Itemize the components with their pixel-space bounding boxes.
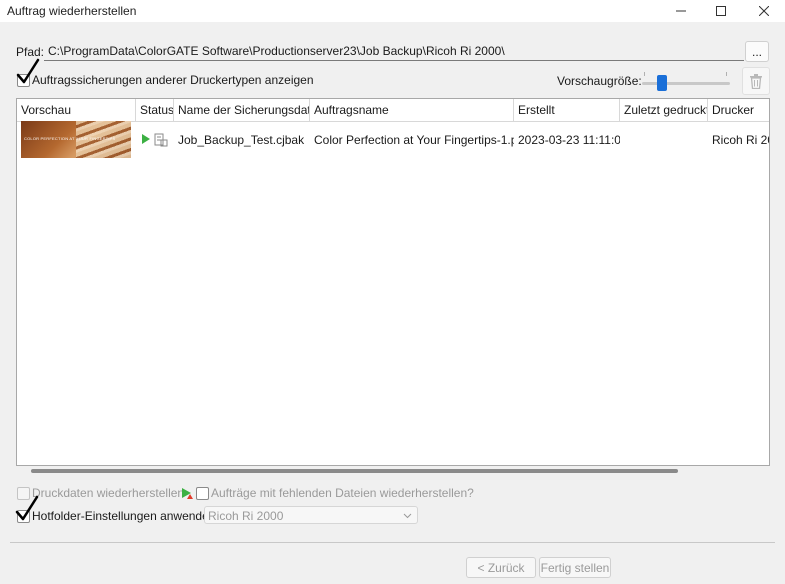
play-icon	[142, 134, 150, 144]
column-header-status[interactable]: Status	[136, 99, 174, 121]
column-header-created[interactable]: Erstellt	[514, 99, 620, 121]
job-name-cell: Color Perfection at Your Fingertips-1.pn…	[314, 133, 514, 147]
hotfolder-select-value: Ricoh Ri 2000	[208, 509, 284, 523]
title-bar: Auftrag wiederherstellen	[0, 0, 785, 22]
preview-size-slider[interactable]	[642, 82, 730, 85]
hotfolder-select[interactable]: Ricoh Ri 2000	[204, 506, 418, 524]
restore-missing-files-label: Aufträge mit fehlenden Dateien wiederher…	[211, 486, 474, 500]
horizontal-scrollbar[interactable]	[31, 469, 678, 473]
backup-table[interactable]: Vorschau Status Name der Sicherungsdatei…	[16, 98, 770, 466]
window-title: Auftrag wiederherstellen	[7, 4, 137, 18]
column-header-printer[interactable]: Drucker	[708, 99, 769, 121]
close-icon[interactable]	[741, 0, 785, 22]
last-printed-cell	[620, 122, 708, 158]
column-header-job-name[interactable]: Auftragsname	[310, 99, 514, 121]
back-button[interactable]: < Zurück	[466, 557, 536, 578]
preview-size-label: Vorschaugröße:	[557, 74, 642, 88]
show-other-printer-types-label: Auftragssicherungen anderer Druckertypen…	[32, 73, 314, 87]
chevron-down-icon	[403, 507, 412, 530]
restore-print-data-label: Druckdaten wiederherstellen	[32, 486, 185, 500]
footer-divider	[10, 542, 775, 543]
printer-cell: Ricoh Ri 2000	[712, 133, 769, 147]
restore-missing-files-checkbox[interactable]	[196, 487, 209, 500]
table-row[interactable]: Job_Backup_Test.cjbak Color Perfection a…	[17, 122, 769, 158]
created-cell: 2023-03-23 11:11:02	[518, 133, 620, 147]
table-header: Vorschau Status Name der Sicherungsdatei…	[17, 99, 769, 122]
column-header-preview[interactable]: Vorschau	[17, 99, 136, 121]
delete-button[interactable]	[742, 67, 770, 95]
preview-size-slider-thumb[interactable]	[657, 75, 667, 91]
slider-tick	[726, 72, 727, 76]
maximize-icon[interactable]	[698, 0, 744, 22]
finish-button[interactable]: Fertig stellen	[539, 557, 611, 578]
backup-file-cell: Job_Backup_Test.cjbak	[178, 133, 305, 147]
column-header-backup-file[interactable]: Name der Sicherungsdatei	[174, 99, 310, 121]
play-warning-icon	[182, 488, 193, 499]
slider-tick	[644, 72, 645, 76]
column-header-last-printed[interactable]: Zuletzt gedruckt	[620, 99, 708, 121]
path-field[interactable]: C:\ProgramData\ColorGATE Software\Produc…	[44, 43, 744, 61]
apply-hotfolder-label: Hotfolder-Einstellungen anwenden	[32, 509, 216, 523]
browse-button[interactable]: ...	[745, 41, 769, 62]
status-cell	[139, 122, 175, 158]
trash-icon	[750, 73, 762, 89]
